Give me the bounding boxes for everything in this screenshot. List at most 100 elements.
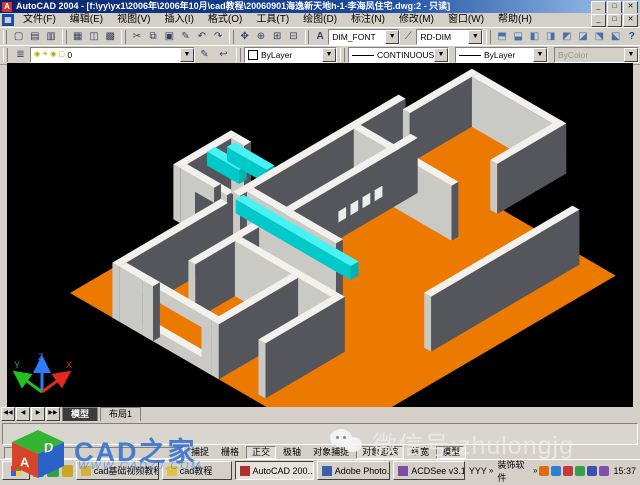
tray-icon-2[interactable] <box>551 466 561 476</box>
quicklaunch-explorer-icon[interactable] <box>47 465 58 477</box>
mdi-restore-button[interactable]: □ <box>607 14 622 27</box>
tray-icon-6[interactable] <box>599 466 609 476</box>
close-button[interactable]: ✕ <box>623 1 638 13</box>
view-seiso-icon[interactable]: ⬕ <box>608 29 622 45</box>
dim-style-icon[interactable]: ⟋ <box>401 29 415 45</box>
tab-prev-button[interactable]: ◀ <box>16 407 30 421</box>
cut-icon[interactable]: ✂ <box>130 29 144 45</box>
tab-model[interactable]: 模型 <box>62 407 98 421</box>
drawing-area[interactable]: Z Y X <box>7 63 633 407</box>
menu-format[interactable]: 格式(O) <box>201 13 249 27</box>
grid-toggle[interactable]: 栅格 <box>216 447 244 458</box>
start-button[interactable] <box>2 461 30 480</box>
menu-view[interactable]: 视图(V) <box>110 13 157 27</box>
view-top-icon[interactable]: ⬒ <box>495 29 509 45</box>
menu-help[interactable]: 帮助(H) <box>491 13 539 27</box>
minimize-button[interactable]: _ <box>591 1 606 13</box>
menu-insert[interactable]: 插入(I) <box>157 13 200 27</box>
view-swiso-icon[interactable]: ⬔ <box>592 29 606 45</box>
lineweight-toggle[interactable]: 线宽 <box>406 447 434 458</box>
zoom-realtime-icon[interactable]: ⊕ <box>254 29 268 45</box>
osnap-toggle[interactable]: 对象捕捉 <box>308 447 354 458</box>
taskbar-item-photoshop[interactable]: Adobe Photo... <box>317 461 391 480</box>
quicklaunch-desktop-icon[interactable] <box>33 465 44 477</box>
polar-toggle[interactable]: 极轴 <box>278 447 306 458</box>
make-object-layer-current-icon[interactable]: ✎ <box>196 47 213 63</box>
toolbar-grip[interactable] <box>3 48 8 62</box>
view-back-icon[interactable]: ◪ <box>576 29 590 45</box>
tab-layout1[interactable]: 布局1 <box>100 407 141 421</box>
ortho-toggle[interactable]: 正交 <box>246 446 276 459</box>
pan-icon[interactable]: ✥ <box>238 29 252 45</box>
color-combo[interactable]: ByLayer ▼ <box>244 47 337 63</box>
mdi-minimize-button[interactable]: _ <box>591 14 606 27</box>
menu-dimension[interactable]: 标注(N) <box>344 13 392 27</box>
menu-window[interactable]: 窗口(W) <box>441 13 491 27</box>
open-icon[interactable]: ▤ <box>28 29 42 45</box>
view-front-icon[interactable]: ◩ <box>560 29 574 45</box>
tab-first-button[interactable]: ◀◀ <box>1 407 15 421</box>
menu-edit[interactable]: 编辑(E) <box>63 13 110 27</box>
restore-button[interactable]: □ <box>607 1 622 13</box>
chevron-down-icon[interactable]: ▼ <box>322 48 336 62</box>
menu-tools[interactable]: 工具(T) <box>249 13 296 27</box>
zoom-previous-icon[interactable]: ⊟ <box>286 29 300 45</box>
tray-icon-4[interactable] <box>575 466 585 476</box>
otrack-toggle[interactable]: 对象追踪 <box>356 446 404 459</box>
layer-value: 0 <box>67 49 72 61</box>
undo-icon[interactable]: ↶ <box>195 29 209 45</box>
quicklaunch-player-icon[interactable] <box>62 465 73 477</box>
view-bottom-icon[interactable]: ⬓ <box>511 29 525 45</box>
taskbar-item-cad-folder[interactable]: cad教程 <box>162 461 232 480</box>
tab-next-button[interactable]: ▶ <box>31 407 45 421</box>
save-icon[interactable]: ▥ <box>44 29 58 45</box>
tray-icon-3[interactable] <box>563 466 573 476</box>
tab-last-button[interactable]: ▶▶ <box>46 407 60 421</box>
preview-icon[interactable]: ◫ <box>87 29 101 45</box>
text-style-combo[interactable]: DIM_FONT ▼ <box>328 29 400 45</box>
view-left-icon[interactable]: ◧ <box>527 29 541 45</box>
taskbar-item-video-tutorial[interactable]: cad基础视频教程... <box>76 461 159 480</box>
chevron-icon[interactable]: » <box>533 466 537 475</box>
language-bar[interactable]: YYY <box>469 466 487 476</box>
taskbar-item-acdsee[interactable]: ACDSee v3.1... <box>393 461 465 480</box>
layer-manager-icon[interactable]: ≣ <box>12 47 29 63</box>
text-style-icon[interactable]: A <box>313 29 327 45</box>
new-icon[interactable]: ▢ <box>11 29 25 45</box>
paste-icon[interactable]: ▣ <box>162 29 176 45</box>
menu-modify[interactable]: 修改(M) <box>392 13 441 27</box>
layer-combo[interactable]: ◉ ☀ ◉ ▢ 0 ▼ <box>30 47 195 63</box>
redo-icon[interactable]: ↷ <box>211 29 225 45</box>
layer-previous-icon[interactable]: ↩ <box>215 47 232 63</box>
help-icon[interactable]: ? <box>625 29 639 45</box>
menu-draw[interactable]: 绘图(D) <box>296 13 344 27</box>
ucs-x-label: X <box>66 360 72 370</box>
tray-icon-1[interactable] <box>539 466 549 476</box>
print-icon[interactable]: ▦ <box>71 29 85 45</box>
mdi-close-button[interactable]: ✕ <box>623 14 638 27</box>
matchprops-icon[interactable]: ✎ <box>178 29 192 45</box>
taskbar-item-autocad[interactable]: AutoCAD 200... <box>235 461 314 480</box>
chevron-icon[interactable]: » <box>489 466 493 475</box>
copy-icon[interactable]: ⧉ <box>146 29 160 45</box>
tray-icon-5[interactable] <box>587 466 597 476</box>
chevron-down-icon[interactable]: ▼ <box>533 48 547 62</box>
linetype-combo[interactable]: CONTINUOUS ▼ <box>348 47 449 63</box>
toolbar-grip[interactable] <box>3 30 7 44</box>
chevron-down-icon[interactable]: ▼ <box>468 30 482 44</box>
dim-style-combo[interactable]: RD-DIM ▼ <box>416 29 483 45</box>
toolbar-grip <box>305 30 309 44</box>
menu-file[interactable]: 文件(F) <box>16 13 63 27</box>
command-line-area[interactable] <box>0 421 640 446</box>
lineweight-combo[interactable]: ByLayer ▼ <box>455 47 548 63</box>
publish-icon[interactable]: ▩ <box>103 29 117 45</box>
chevron-down-icon[interactable]: ▼ <box>385 30 399 44</box>
chevron-down-icon[interactable]: ▼ <box>434 48 448 62</box>
model-toggle[interactable]: 模型 <box>436 446 466 459</box>
command-input[interactable] <box>2 423 638 445</box>
zoom-window-icon[interactable]: ⊞ <box>270 29 284 45</box>
lineweight-sample-icon <box>459 55 481 56</box>
chevron-down-icon[interactable]: ▼ <box>180 48 194 62</box>
view-right-icon[interactable]: ◨ <box>544 29 558 45</box>
snap-toggle[interactable]: 捕捉 <box>186 447 214 458</box>
